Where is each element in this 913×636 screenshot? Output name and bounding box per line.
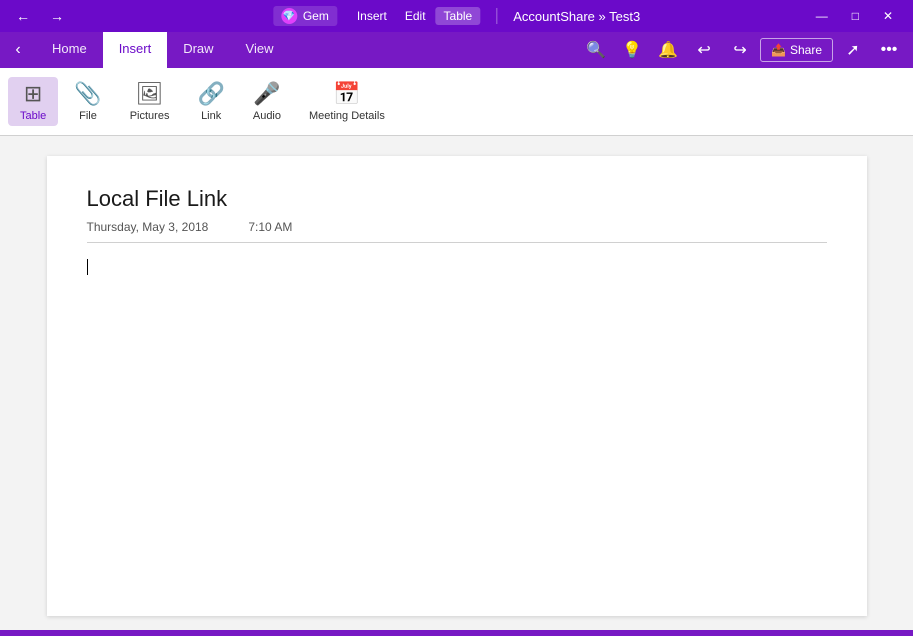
title-bar-left: ← → bbox=[8, 6, 72, 26]
redo-button[interactable]: ↪ bbox=[724, 34, 756, 66]
title-bar: ← → 💎 Gem Insert Edit Table AccountShare… bbox=[0, 0, 913, 32]
audio-icon: 🎤 bbox=[253, 81, 280, 107]
toolbar-file[interactable]: 📎 File bbox=[62, 77, 113, 126]
close-button[interactable]: ✕ bbox=[871, 0, 905, 32]
more-button[interactable]: ••• bbox=[873, 34, 905, 66]
text-cursor bbox=[87, 259, 88, 275]
tab-home[interactable]: Home bbox=[36, 32, 103, 68]
tab-view[interactable]: View bbox=[230, 32, 290, 68]
gem-icon: 💎 bbox=[281, 8, 297, 24]
bell-button[interactable]: 🔔 bbox=[652, 34, 684, 66]
toolbar-meeting-details[interactable]: 📅 Meeting Details bbox=[297, 77, 397, 126]
pictures-label: Pictures bbox=[130, 110, 170, 122]
content-area: Local File Link Thursday, May 3, 2018 7:… bbox=[0, 136, 913, 630]
tab-draw[interactable]: Draw bbox=[167, 32, 229, 68]
minimize-button[interactable]: — bbox=[804, 0, 840, 32]
share-label: Share bbox=[790, 43, 822, 57]
ribbon-tabs: Home Insert Draw View bbox=[36, 32, 580, 68]
menu-separator bbox=[496, 8, 497, 24]
pictures-icon: 🖼 bbox=[136, 81, 164, 107]
bulb-button[interactable]: 💡 bbox=[616, 34, 648, 66]
meeting-label: Meeting Details bbox=[309, 110, 385, 122]
gem-plugin: 💎 Gem bbox=[273, 6, 337, 26]
maximize-button[interactable]: □ bbox=[840, 0, 871, 32]
gem-label[interactable]: Gem bbox=[303, 9, 329, 23]
nav-forward-button[interactable]: → bbox=[42, 6, 72, 26]
toolbar-link[interactable]: 🔗 Link bbox=[185, 77, 236, 126]
audio-label: Audio bbox=[253, 110, 281, 122]
undo-button[interactable]: ↩ bbox=[688, 34, 720, 66]
toolbar-pictures[interactable]: 🖼 Pictures bbox=[118, 77, 182, 126]
menu-insert[interactable]: Insert bbox=[349, 7, 395, 25]
toolbar-table[interactable]: ⊞ Table bbox=[8, 77, 58, 126]
menu-edit[interactable]: Edit bbox=[397, 7, 434, 25]
file-label: File bbox=[79, 110, 97, 122]
app-title: AccountShare » Test3 bbox=[513, 9, 640, 24]
bottom-bar bbox=[0, 630, 913, 636]
title-bar-controls: — □ ✕ bbox=[804, 0, 905, 32]
link-label: Link bbox=[201, 110, 221, 122]
meeting-icon: 📅 bbox=[333, 81, 360, 107]
page-content[interactable] bbox=[87, 259, 827, 559]
table-icon: ⊞ bbox=[24, 81, 42, 107]
expand-button[interactable]: ➚ bbox=[837, 34, 869, 66]
link-icon: 🔗 bbox=[197, 81, 224, 107]
page-date: Thursday, May 3, 2018 bbox=[87, 220, 209, 234]
file-icon: 📎 bbox=[74, 81, 101, 107]
menu-table[interactable]: Table bbox=[436, 7, 481, 25]
page-meta: Thursday, May 3, 2018 7:10 AM bbox=[87, 220, 827, 243]
share-icon: 📤 bbox=[771, 43, 786, 57]
share-button[interactable]: 📤 Share bbox=[760, 38, 833, 62]
ribbon-toolbar: ⊞ Table 📎 File 🖼 Pictures 🔗 Link 🎤 Audio… bbox=[0, 68, 913, 136]
title-bar-menu: Insert Edit Table bbox=[349, 7, 480, 25]
ribbon-nav: ‹ Home Insert Draw View 🔍 💡 🔔 ↩ ↪ 📤 Shar… bbox=[0, 32, 913, 68]
page-container[interactable]: Local File Link Thursday, May 3, 2018 7:… bbox=[47, 156, 867, 616]
table-label: Table bbox=[20, 110, 46, 122]
page-time: 7:10 AM bbox=[248, 220, 292, 234]
ribbon-nav-actions: 🔍 💡 🔔 ↩ ↪ 📤 Share ➚ ••• bbox=[580, 32, 913, 68]
nav-back-icon[interactable]: ‹ bbox=[0, 32, 36, 68]
page-title: Local File Link bbox=[87, 186, 827, 212]
search-button[interactable]: 🔍 bbox=[580, 34, 612, 66]
title-bar-center: 💎 Gem Insert Edit Table AccountShare » T… bbox=[273, 6, 640, 26]
nav-back-button[interactable]: ← bbox=[8, 6, 38, 26]
title-bar-nav: ← → bbox=[8, 6, 72, 26]
tab-insert[interactable]: Insert bbox=[103, 32, 168, 68]
toolbar-audio[interactable]: 🎤 Audio bbox=[241, 77, 293, 126]
